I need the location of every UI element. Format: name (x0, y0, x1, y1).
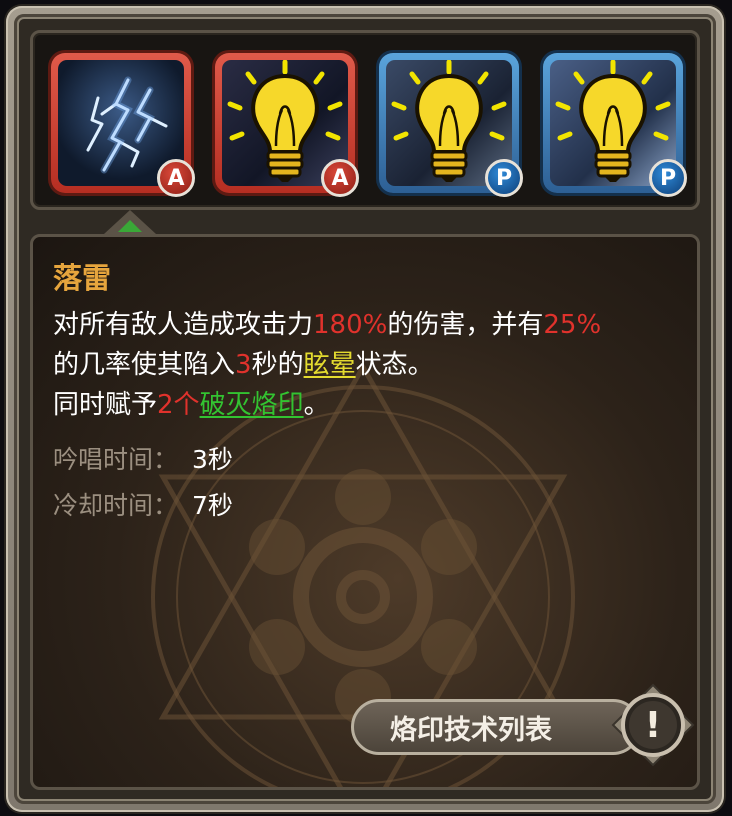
active-badge: A (157, 159, 195, 197)
exclamation-icon: ! (645, 705, 661, 746)
passive-badge: P (649, 159, 687, 197)
cooldown-row: 冷却时间： 7秒 (53, 483, 681, 529)
skill-stats: 吟唱时间： 3秒 冷却时间： 7秒 (53, 437, 681, 529)
desc-line-3: 同时赋予2个破灭烙印。 (53, 385, 681, 425)
alert-button[interactable]: ! (611, 683, 695, 767)
skill-window: A A P P 落雷 对所有敌人造成攻击力180%的伤害，并有25% 的几率使其… (6, 6, 724, 812)
brand-skill-list-label: 烙印技术列表 (390, 714, 552, 746)
desc-text: 对所有敌人造成攻击力 (53, 310, 314, 340)
passive-badge: P (485, 159, 523, 197)
active-badge: A (321, 159, 359, 197)
brand-skill-list-button[interactable]: 烙印技术列表 (351, 699, 641, 755)
skill-detail-panel: 落雷 对所有敌人造成攻击力180%的伤害，并有25% 的几率使其陷入3秒的眩晕状… (30, 234, 700, 790)
skill-window-inner: A A P P 落雷 对所有敌人造成攻击力180%的伤害，并有25% 的几率使其… (14, 14, 716, 804)
skill-description: 落雷 对所有敌人造成攻击力180%的伤害，并有25% 的几率使其陷入3秒的眩晕状… (53, 255, 681, 529)
desc-line-1: 对所有敌人造成攻击力180%的伤害，并有25% (53, 305, 681, 345)
desc-line-2: 的几率使其陷入3秒的眩晕状态。 (53, 345, 681, 385)
skill-slot-bar: A A P P (30, 30, 700, 210)
desc-text: 状态。 (355, 350, 434, 380)
damage-percent: 180% (313, 310, 388, 340)
stun-status-link[interactable]: 眩晕 (304, 350, 356, 380)
stun-seconds: 3 (235, 350, 252, 380)
cast-time-row: 吟唱时间： 3秒 (53, 437, 681, 483)
desc-text: 同时赋予 (53, 390, 158, 420)
skill-slot-3[interactable]: P (379, 53, 523, 197)
brand-count: 2个 (157, 390, 200, 420)
desc-text: 的几率使其陷入 (53, 350, 236, 380)
selection-arrow-icon (118, 220, 142, 232)
destruction-brand-link[interactable]: 破灭烙印 (200, 390, 304, 420)
skill-title: 落雷 (53, 261, 112, 295)
desc-text: 秒的 (251, 350, 304, 380)
chance-percent: 25% (543, 310, 602, 340)
skill-slot-4[interactable]: P (543, 53, 687, 197)
desc-text: 。 (303, 390, 330, 420)
skill-slot-1[interactable]: A (51, 53, 195, 197)
cast-time-label: 吟唱时间： (53, 445, 179, 474)
cast-time-value: 3秒 (192, 445, 233, 474)
cooldown-label: 冷却时间： (53, 491, 179, 520)
desc-text: 的伤害，并有 (387, 310, 544, 340)
cooldown-value: 7秒 (192, 491, 233, 520)
skill-slot-2[interactable]: A (215, 53, 359, 197)
